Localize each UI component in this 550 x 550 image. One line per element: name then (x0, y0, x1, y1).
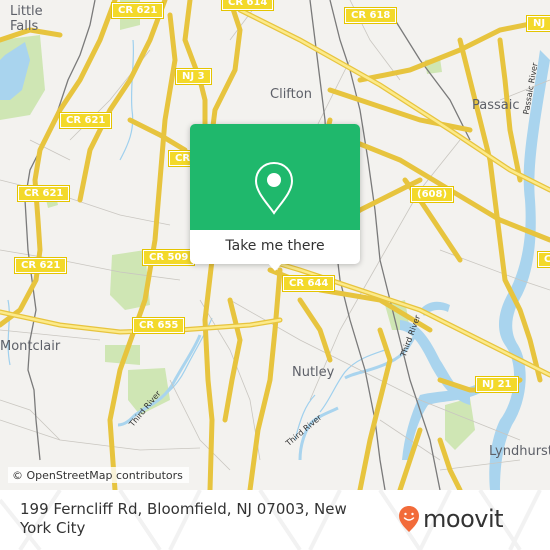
road-shield-cr-509: CR 509 (141, 249, 196, 266)
place-label-passaic: Passaic (472, 98, 520, 113)
popup-pointer (267, 262, 283, 271)
location-pin-icon (254, 161, 294, 215)
moovit-wordmark: moovit (423, 505, 504, 533)
road-shield-608: (608) (409, 186, 455, 203)
road-shield-nj-3: NJ 3 (175, 68, 212, 85)
moovit-logo[interactable]: moovit (398, 502, 504, 536)
popup-header[interactable] (190, 124, 360, 230)
road-shield-cr-614: CR 614 (220, 0, 275, 11)
road-shield-cr-644: CR 644 (281, 275, 336, 292)
road-shield-cr-621: CR 621 (110, 2, 165, 19)
place-label-montclair: Montclair (0, 339, 61, 354)
map-view[interactable]: Little Falls Clifton Passaic Montclair Nu… (0, 0, 550, 490)
road-shield-nj: NJ (525, 15, 550, 32)
road-shield-cr-618: CR 618 (343, 7, 398, 24)
footer: 199 Ferncliff Rd, Bloomfield, NJ 07003, … (0, 490, 550, 550)
road-shield-nj-21: NJ 21 (475, 376, 519, 393)
road-shield-c: C (536, 251, 550, 268)
road-shield-cr-621: CR 621 (16, 185, 71, 202)
map-attribution[interactable]: © OpenStreetMap contributors (8, 467, 189, 483)
place-label-nutley: Nutley (292, 365, 335, 380)
take-me-there-button[interactable]: Take me there (190, 230, 360, 264)
place-label-clifton: Clifton (270, 87, 312, 102)
take-me-there-popup[interactable]: Take me there (190, 124, 360, 271)
road-shield-cr-655: CR 655 (131, 317, 186, 334)
moovit-smiley-pin-icon (399, 506, 419, 532)
road-shield-cr-621: CR 621 (13, 257, 68, 274)
address-text: 199 Ferncliff Rd, Bloomfield, NJ 07003, … (20, 500, 347, 537)
place-label-little-falls: Little Falls (10, 4, 43, 34)
place-label-lyndhurst: Lyndhurst (489, 444, 550, 459)
road-shield-cr-621: CR 621 (58, 112, 113, 129)
